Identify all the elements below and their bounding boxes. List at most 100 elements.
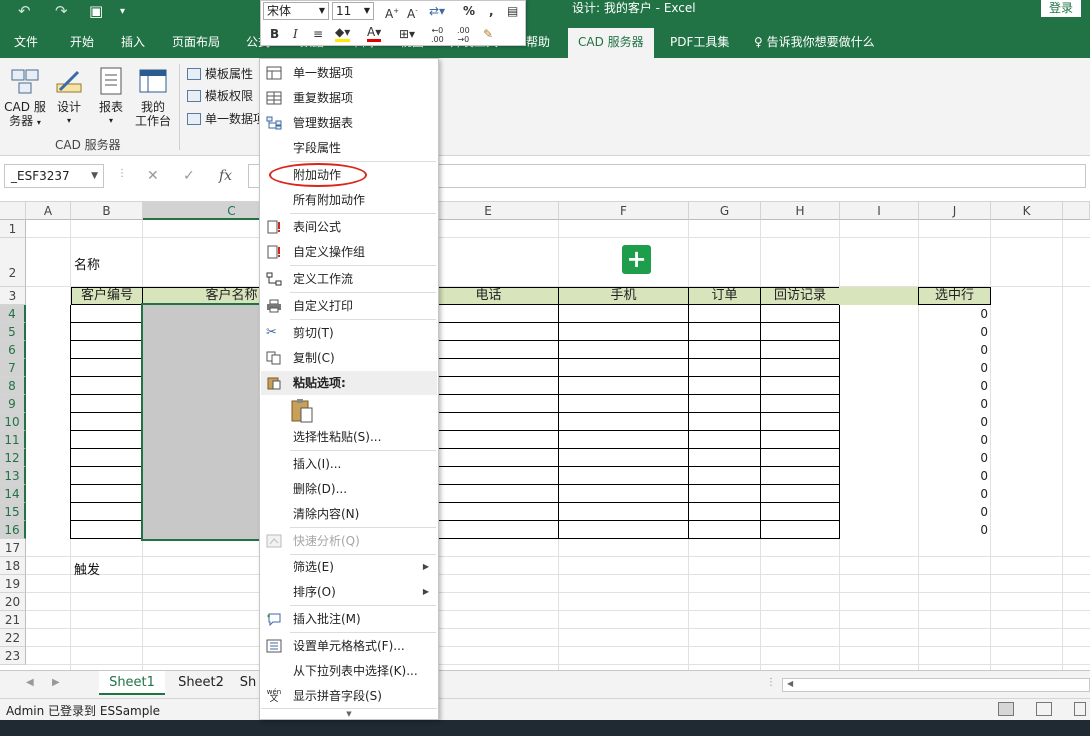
selected-row-value[interactable]: 0: [918, 397, 988, 411]
name-label-cell[interactable]: 名称: [74, 254, 100, 273]
row-header[interactable]: 8: [0, 377, 26, 395]
worksheet-grid[interactable]: A B C D E F G H I J K 1 2 3 4 5 6 7 8 9 …: [0, 202, 1090, 670]
font-color-icon[interactable]: A▾: [367, 25, 382, 42]
header-mobile[interactable]: 手机: [558, 287, 689, 305]
next-sheet-icon[interactable]: ▶: [52, 677, 60, 688]
menu-item-custom-print[interactable]: 自定义打印: [261, 294, 437, 318]
template-props-button[interactable]: 模板属性: [187, 66, 253, 82]
column-header[interactable]: B: [71, 202, 143, 220]
menu-item-single-item[interactable]: 单一数据项: [261, 61, 437, 85]
header-filler[interactable]: [839, 287, 919, 305]
selected-row-value[interactable]: 0: [918, 307, 988, 321]
single-item-button[interactable]: 单一数据项: [187, 111, 265, 127]
tab-cad-server[interactable]: CAD 服务器: [568, 28, 654, 58]
header-visit[interactable]: 回访记录: [760, 287, 840, 305]
number-format-icon[interactable]: ⇄▾: [429, 2, 445, 20]
undo-icon[interactable]: ↶: [18, 2, 31, 20]
italic-button[interactable]: I: [293, 25, 298, 43]
increase-font-icon[interactable]: A+: [385, 2, 399, 23]
menu-item-pick-from-list[interactable]: 从下拉列表中选择(K)...: [261, 659, 437, 683]
row-header[interactable]: 12: [0, 449, 26, 467]
increase-decimal-icon[interactable]: ←0.00: [431, 26, 444, 44]
menu-item-filter[interactable]: 筛选(E) ▶: [261, 555, 437, 579]
menu-item-delete[interactable]: 删除(D)...: [261, 477, 437, 501]
menu-item-sort[interactable]: 排序(O) ▶: [261, 580, 437, 604]
header-customer-no[interactable]: 客户编号: [71, 287, 143, 305]
customize-qat-icon[interactable]: ▾: [120, 6, 125, 17]
tab-file[interactable]: 文件: [14, 28, 38, 58]
menu-item-workflow[interactable]: 定义工作流: [261, 267, 437, 291]
menu-item-format-cells[interactable]: 设置单元格格式(F)...: [261, 634, 437, 658]
row-header[interactable]: 6: [0, 341, 26, 359]
column-header[interactable]: G: [689, 202, 761, 220]
header-phone[interactable]: 电话: [418, 287, 559, 305]
tab-insert[interactable]: 插入: [121, 28, 145, 58]
comma-button[interactable]: ,: [489, 2, 494, 20]
menu-item-cut[interactable]: ✂ 剪切(T): [261, 321, 437, 345]
header-order[interactable]: 订单: [688, 287, 761, 305]
selected-row-value[interactable]: 0: [918, 523, 988, 537]
select-all-corner[interactable]: [0, 202, 26, 220]
enter-icon[interactable]: ✓: [183, 168, 195, 184]
workbench-button[interactable]: 我的 工作台: [134, 66, 172, 128]
menu-item-manage-table[interactable]: 管理数据表: [261, 111, 437, 135]
prev-sheet-icon[interactable]: ◀: [26, 677, 34, 688]
menu-item-field-props[interactable]: 字段属性: [261, 136, 437, 160]
row-header[interactable]: 15: [0, 503, 26, 521]
row-header[interactable]: 11: [0, 431, 26, 449]
header-selected[interactable]: 选中行: [918, 287, 991, 305]
page-layout-view-icon[interactable]: [1036, 702, 1052, 716]
selected-row-value[interactable]: 0: [918, 343, 988, 357]
font-size-select[interactable]: 11 ▼: [332, 2, 374, 20]
row-header[interactable]: 23: [0, 647, 26, 665]
normal-view-icon[interactable]: [998, 702, 1014, 716]
row-header[interactable]: 4: [0, 305, 26, 323]
selected-row-value[interactable]: 0: [918, 379, 988, 393]
tab-home[interactable]: 开始: [70, 28, 94, 58]
format-table-icon[interactable]: ▤: [507, 2, 518, 20]
row-header[interactable]: 3: [0, 287, 26, 305]
selected-row-value[interactable]: 0: [918, 469, 988, 483]
tab-tell-me[interactable]: ♀ 告诉我你想要做什么: [754, 28, 875, 58]
column-header[interactable]: H: [761, 202, 840, 220]
row-header[interactable]: 19: [0, 575, 26, 593]
bold-button[interactable]: B: [270, 25, 279, 43]
decrease-font-icon[interactable]: A-: [407, 2, 418, 23]
cad-server-button[interactable]: CAD 服 务器 ▾: [4, 66, 46, 130]
scroll-left-icon[interactable]: ◀: [787, 679, 793, 688]
tab-splitter-icon[interactable]: ⋮: [766, 677, 776, 688]
column-header[interactable]: J: [919, 202, 991, 220]
template-perm-button[interactable]: 模板权限: [187, 88, 253, 104]
selected-row-value[interactable]: 0: [918, 505, 988, 519]
row-header[interactable]: 21: [0, 611, 26, 629]
selected-row-value[interactable]: 0: [918, 325, 988, 339]
insert-function-icon[interactable]: fx: [219, 168, 232, 184]
sheet-tab-sheet3[interactable]: Sh: [236, 671, 260, 695]
selected-range[interactable]: [143, 305, 260, 539]
selected-row-value[interactable]: 0: [918, 487, 988, 501]
cancel-icon[interactable]: ✕: [147, 168, 159, 184]
sheet-tab-sheet2[interactable]: Sheet2: [170, 671, 232, 695]
row-header[interactable]: 16: [0, 521, 26, 539]
redo-icon[interactable]: ↷: [55, 2, 68, 20]
selected-row-value[interactable]: 0: [918, 451, 988, 465]
align-center-icon[interactable]: ≡: [313, 25, 323, 43]
menu-item-insert[interactable]: 插入(I)...: [261, 452, 437, 476]
login-button[interactable]: 登录: [1041, 0, 1081, 17]
column-header[interactable]: I: [840, 202, 919, 220]
report-button[interactable]: 报表 ▾: [96, 66, 126, 128]
selected-row-value[interactable]: 0: [918, 361, 988, 375]
row-header[interactable]: 1: [0, 220, 26, 238]
menu-item-copy[interactable]: 复制(C): [261, 346, 437, 370]
percent-button[interactable]: %: [463, 2, 475, 20]
font-name-select[interactable]: 宋体 ▼: [263, 2, 329, 20]
paste-option-button[interactable]: [290, 398, 314, 424]
design-button[interactable]: 设计 ▾: [54, 66, 84, 128]
row-header[interactable]: 13: [0, 467, 26, 485]
column-header[interactable]: K: [991, 202, 1063, 220]
menu-item-paste-special[interactable]: 选择性粘贴(S)...: [261, 425, 437, 449]
sheet-tab-sheet1[interactable]: Sheet1: [99, 671, 165, 695]
row-header[interactable]: 9: [0, 395, 26, 413]
borders-icon[interactable]: ⊞▾: [399, 25, 415, 43]
selected-row-value[interactable]: 0: [918, 415, 988, 429]
